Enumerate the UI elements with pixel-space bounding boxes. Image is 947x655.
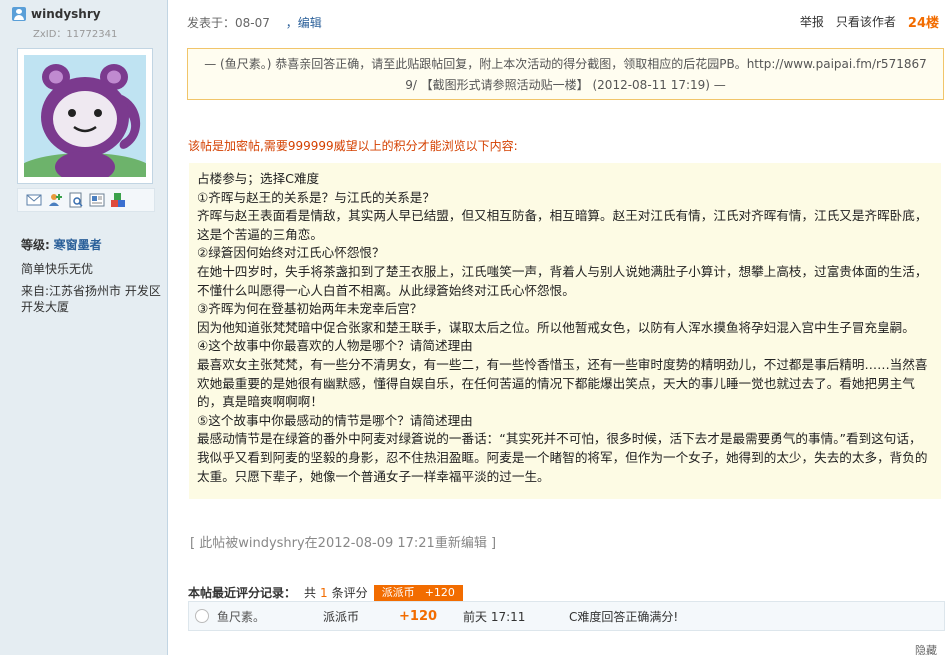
online-user-icon — [12, 7, 26, 21]
post-content: 占楼参与；选择C难度 ①齐晖与赵王的关系是？与江氏的关系是？ 齐晖与赵王表面看是… — [189, 163, 941, 499]
report-link[interactable]: 举报 — [800, 13, 824, 30]
content-line: 占楼参与；选择C难度 — [197, 171, 320, 186]
hide-link[interactable]: 隐藏 — [915, 642, 937, 655]
content-line: ①齐晖与赵王的关系是？与江氏的关系是？ — [197, 189, 435, 205]
floor-number[interactable]: 24楼 — [908, 12, 939, 31]
edited-note: [ 此帖被windyshry在2012-08-09 17:21重新编辑 ] — [190, 536, 497, 551]
rating-row: 鱼尺素。 派派币 +120 前天 17:11 C难度回答正确满分! — [188, 601, 945, 631]
content-line: ③齐晖为何在登基初始两年未宠幸后宫？ — [197, 301, 423, 317]
avatar-image — [24, 55, 146, 177]
author-name[interactable]: windyshry — [31, 7, 101, 21]
content-line: 因为他知道张梵梵暗中促合张家和楚王联手，谋取太后之位。所以他暂戒女色，以防有人浑… — [197, 319, 915, 335]
author-header: windyshry — [12, 6, 101, 22]
post-actions: 举报 只看该作者 24楼 — [788, 12, 939, 31]
author-location: 来自:江苏省扬州市 开发区开发大厦 — [21, 284, 161, 314]
card-icon[interactable] — [89, 192, 105, 208]
rating-currency: 派派币 — [323, 609, 360, 624]
profile-icon[interactable] — [68, 192, 84, 208]
level-label: 等级: — [21, 238, 50, 252]
author-sidebar: windyshry ZxID：11772341 等级: 寒窗墨者 简单快乐无优 … — [0, 0, 168, 655]
rating-time: 前天 17:11 — [463, 609, 526, 624]
content-line: ④这个故事中你最喜欢的人物是哪个？请简述理由 — [197, 338, 473, 354]
rating-count: 1 — [320, 585, 328, 600]
author-actions — [17, 188, 155, 212]
rating-points: +120 — [399, 608, 438, 624]
rating-reason: C难度回答正确满分! — [569, 609, 679, 624]
author-signature: 简单快乐无优 — [21, 262, 94, 276]
content-line: 最喜欢女主张梵梵，有一些分不清男女，有一些二，有一些怜香惜玉，还有一些审时度势的… — [197, 356, 928, 410]
locked-notice: 该帖是加密帖,需要999999威望以上的积分才能浏览以下内容: — [188, 139, 518, 153]
rater-name[interactable]: 鱼尺素。 — [217, 608, 265, 625]
badge-points: +120 — [424, 585, 455, 599]
blocks-icon[interactable] — [110, 192, 126, 208]
rating-badge[interactable]: 派派币 +120 — [373, 584, 463, 601]
add-friend-icon[interactable] — [47, 192, 63, 208]
note-line: 9/ 【截图形式请参照活动贴一楼】 (2012-08-11 17:19) — — [405, 78, 726, 92]
moderator-note: — (鱼尺素。) 恭喜亲回答正确，请至此贴跟帖回复，附上本次活动的得分截图，领取… — [187, 48, 944, 100]
level-rank[interactable]: 寒窗墨者 — [54, 238, 102, 252]
author-id: ZxID：11772341 — [33, 29, 118, 40]
rating-prefix: 共 — [304, 586, 317, 600]
content-line: 齐晖与赵王表面看是情敌，其实两人早已结盟，但又相互防备，相互暗算。赵王对江氏有情… — [197, 208, 928, 242]
content-line: ⑤这个故事中你最感动的情节是哪个？请简述理由 — [197, 412, 473, 428]
rating-suffix: 条评分 — [331, 586, 368, 600]
mail-icon[interactable] — [26, 192, 42, 208]
post-date: 发表于：08-07 — [187, 16, 270, 30]
note-line: — (鱼尺素。) 恭喜亲回答正确，请至此贴跟帖回复，附上本次活动的得分截图，领取… — [204, 57, 927, 71]
post-meta: 发表于：08-07 ，编辑 — [187, 14, 322, 31]
avatar[interactable] — [17, 48, 153, 184]
rater-avatar-icon — [195, 609, 209, 623]
content-line: ②绿篬因何始终对江氏心怀怨恨？ — [197, 245, 385, 261]
edit-link[interactable]: ，编辑 — [286, 16, 322, 30]
rating-label: 本帖最近评分记录： — [188, 586, 297, 600]
author-level: 等级: 寒窗墨者 — [21, 236, 102, 253]
rating-header: 本帖最近评分记录： 共 1 条评分 派派币 +120 — [188, 584, 463, 601]
content-line: 在她十四岁时，失手将茶盏扣到了楚王衣服上，江氏嗤笑一声，背着人与别人说她满肚子小… — [197, 263, 928, 298]
only-author-link[interactable]: 只看该作者 — [836, 13, 896, 30]
content-line: 最感动情节是在绿篬的番外中阿麦对绿篬说的一番话：“其实死并不可怕，很多时候，活下… — [197, 431, 928, 484]
badge-name: 派派币 — [381, 585, 415, 599]
